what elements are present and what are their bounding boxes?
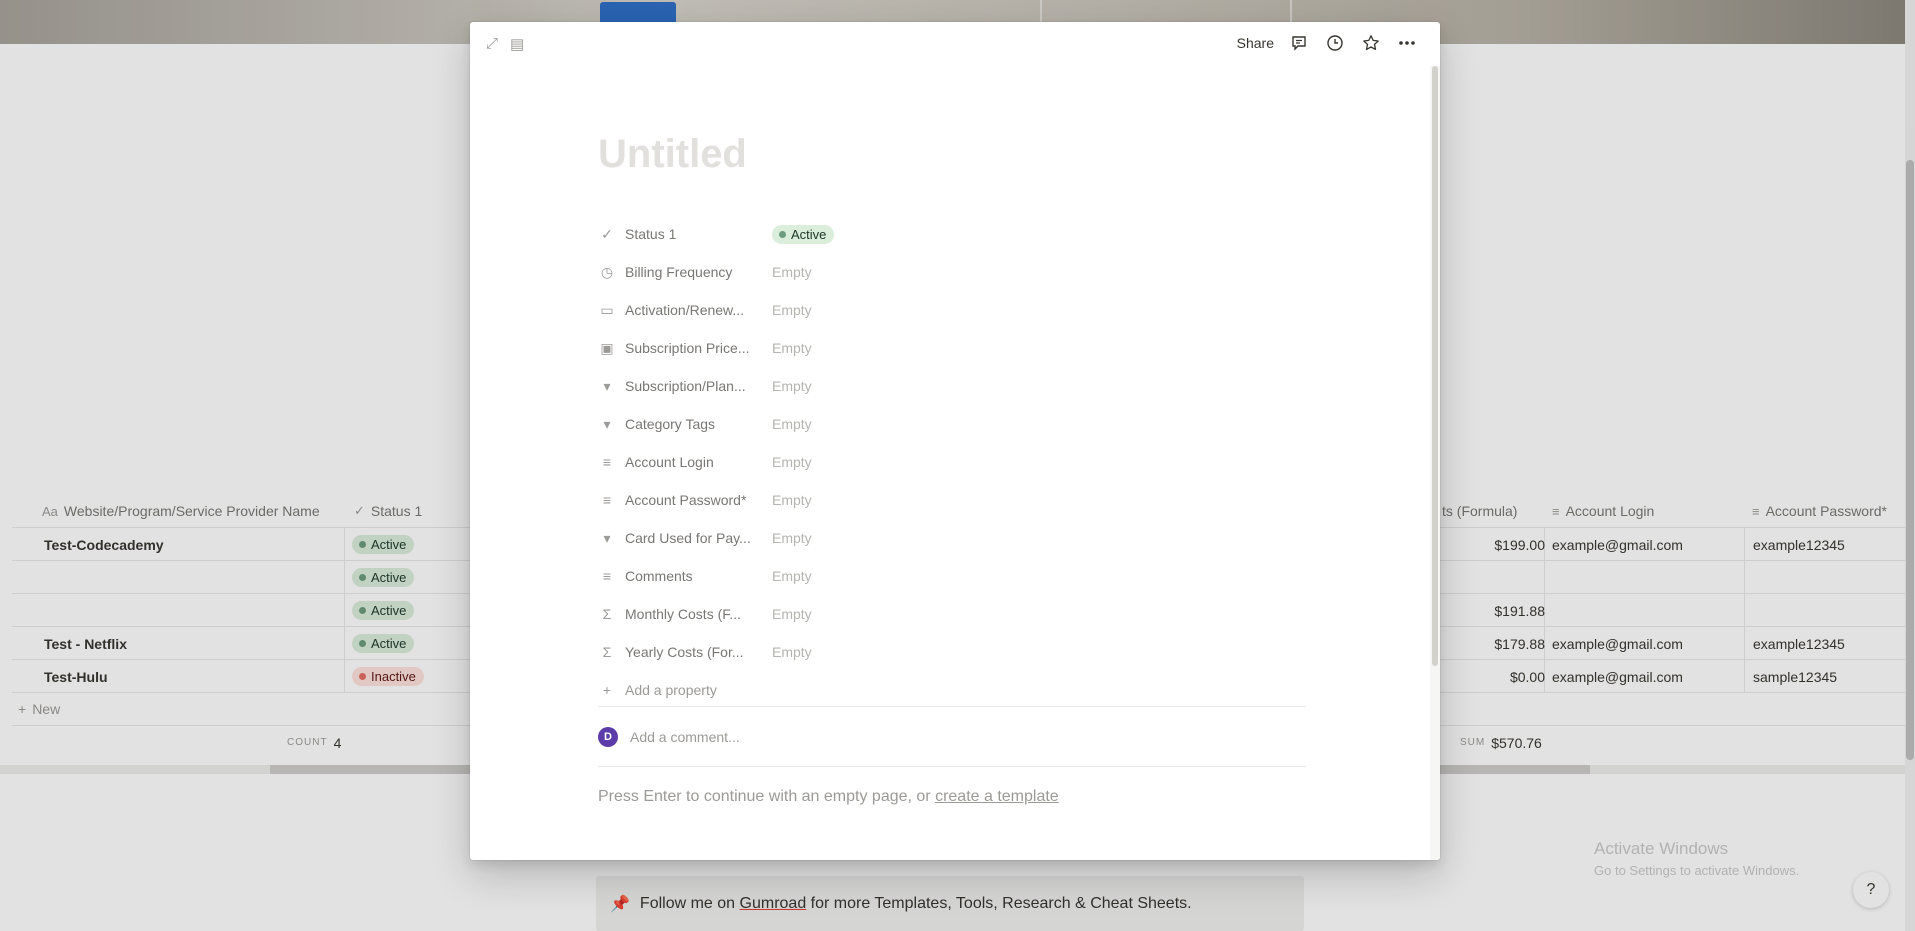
clock-icon[interactable]: [1324, 32, 1346, 54]
more-options-icon[interactable]: [1396, 32, 1418, 54]
property-activation-renewal[interactable]: ▭ Activation/Renew... Empty: [598, 291, 1306, 329]
create-template-link[interactable]: create a template: [935, 788, 1059, 805]
page-peek-modal: ⤢ ▤ Share Untitled ✓Status 1 Active ◷B: [470, 22, 1440, 860]
property-value[interactable]: Empty: [772, 644, 812, 660]
property-value[interactable]: Empty: [772, 530, 812, 546]
property-subscription-plan[interactable]: ▾ Subscription/Plan... Empty: [598, 367, 1306, 405]
comment-icon[interactable]: [1288, 32, 1310, 54]
clock-icon: ◷: [600, 263, 614, 280]
property-status[interactable]: ✓ Status 1 Active: [598, 215, 1306, 253]
plus-icon: +: [602, 682, 612, 698]
comment-input[interactable]: Add a comment...: [630, 729, 740, 745]
money-icon: ▣: [600, 339, 614, 356]
property-list: ✓ Status 1 Active ◷ Billing Frequency Empt…: [598, 215, 1306, 709]
property-account-password[interactable]: ≡ Account Password* Empty: [598, 481, 1306, 519]
divider: [598, 766, 1306, 767]
text-lines-icon: ≡: [602, 492, 612, 508]
property-value[interactable]: Empty: [772, 492, 812, 508]
comment-composer[interactable]: D Add a comment...: [598, 712, 1306, 762]
checkmark-icon: ✓: [601, 225, 613, 242]
modal-scrollbar[interactable]: [1430, 66, 1440, 860]
calendar-icon: ▭: [600, 301, 614, 318]
modal-topbar: ⤢ ▤ Share: [470, 22, 1440, 66]
property-value[interactable]: Empty: [772, 568, 812, 584]
property-value[interactable]: Empty: [772, 340, 812, 356]
property-subscription-price[interactable]: ▣ Subscription Price... Empty: [598, 329, 1306, 367]
star-icon[interactable]: [1360, 32, 1382, 54]
property-value[interactable]: Empty: [772, 606, 812, 622]
property-comments[interactable]: ≡ Comments Empty: [598, 557, 1306, 595]
sigma-icon: Σ: [602, 644, 612, 660]
property-value[interactable]: Empty: [772, 302, 812, 318]
property-value[interactable]: Empty: [772, 378, 812, 394]
select-icon: ▾: [603, 377, 611, 394]
select-icon: ▾: [603, 415, 611, 432]
share-button[interactable]: Share: [1237, 35, 1274, 51]
text-lines-icon: ≡: [602, 454, 612, 470]
property-value[interactable]: Empty: [772, 264, 812, 280]
property-account-login[interactable]: ≡ Account Login Empty: [598, 443, 1306, 481]
empty-page-hint: Press Enter to continue with an empty pa…: [598, 788, 1059, 805]
text-lines-icon: ≡: [602, 568, 612, 584]
property-card-used[interactable]: ▾ Card Used for Pay... Empty: [598, 519, 1306, 557]
property-yearly-costs[interactable]: Σ Yearly Costs (For... Empty: [598, 633, 1306, 671]
property-monthly-costs[interactable]: Σ Monthly Costs (F... Empty: [598, 595, 1306, 633]
page-title-input[interactable]: Untitled: [598, 132, 747, 177]
divider: [598, 706, 1306, 707]
property-billing-frequency[interactable]: ◷ Billing Frequency Empty: [598, 253, 1306, 291]
property-category-tags[interactable]: ▾ Category Tags Empty: [598, 405, 1306, 443]
avatar: D: [598, 727, 618, 747]
status-badge[interactable]: Active: [772, 224, 835, 244]
expand-icon[interactable]: ⤢: [486, 35, 498, 53]
select-icon: ▾: [603, 529, 611, 546]
property-value[interactable]: Empty: [772, 454, 812, 470]
property-value[interactable]: Empty: [772, 416, 812, 432]
peek-mode-icon[interactable]: ▤: [510, 35, 524, 53]
add-property-button[interactable]: + Add a property: [598, 671, 1306, 709]
sigma-icon: Σ: [602, 606, 612, 622]
